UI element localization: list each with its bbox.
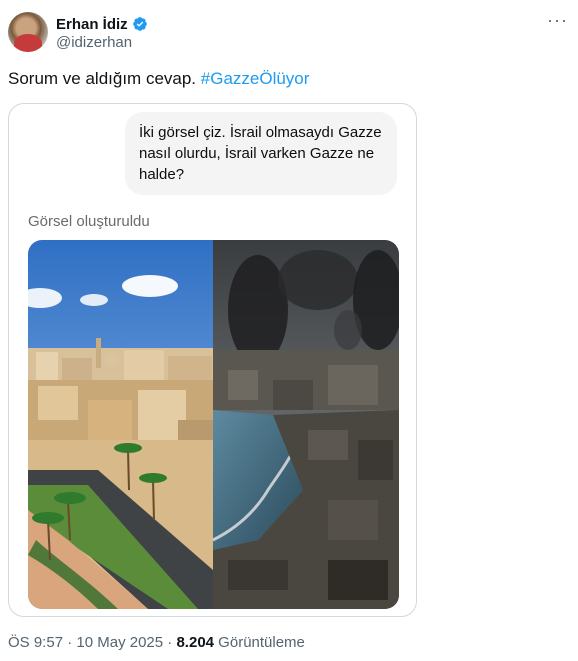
more-options-icon[interactable]: ··· [547, 11, 568, 29]
meta-separator: · [63, 634, 77, 651]
image-generated-label: Görsel oluşturuldu [28, 213, 150, 230]
tweet-body: Sorum ve aldığım cevap. [8, 69, 201, 88]
author-name-row[interactable]: Erhan İdiz [56, 14, 148, 34]
author-handle[interactable]: @idizerhan [56, 34, 132, 51]
meta-separator: · [163, 634, 177, 651]
attached-image-card[interactable]: İki görsel çiz. İsrail olmasaydı Gazze n… [8, 103, 417, 617]
prompt-bubble: İki görsel çiz. İsrail olmasaydı Gazze n… [125, 112, 397, 195]
view-label: Görüntüleme [214, 634, 305, 651]
hashtag-link[interactable]: #GazzeÖlüyor [201, 69, 310, 88]
author-name[interactable]: Erhan İdiz [56, 16, 128, 33]
tweet-date[interactable]: 10 May 2025 [76, 634, 163, 651]
view-count: 8.204 [176, 634, 215, 651]
generated-image[interactable] [28, 240, 399, 609]
verified-badge-icon [132, 17, 147, 31]
tweet-meta: ÖS 9:57 · 10 May 2025 · 8.204 Görüntülem… [8, 634, 305, 651]
avatar[interactable] [8, 12, 48, 52]
tweet-time[interactable]: ÖS 9:57 [8, 634, 63, 651]
gaza-comparison-illustration [28, 240, 399, 609]
tweet-text: Sorum ve aldığım cevap. #GazzeÖlüyor [8, 68, 309, 90]
